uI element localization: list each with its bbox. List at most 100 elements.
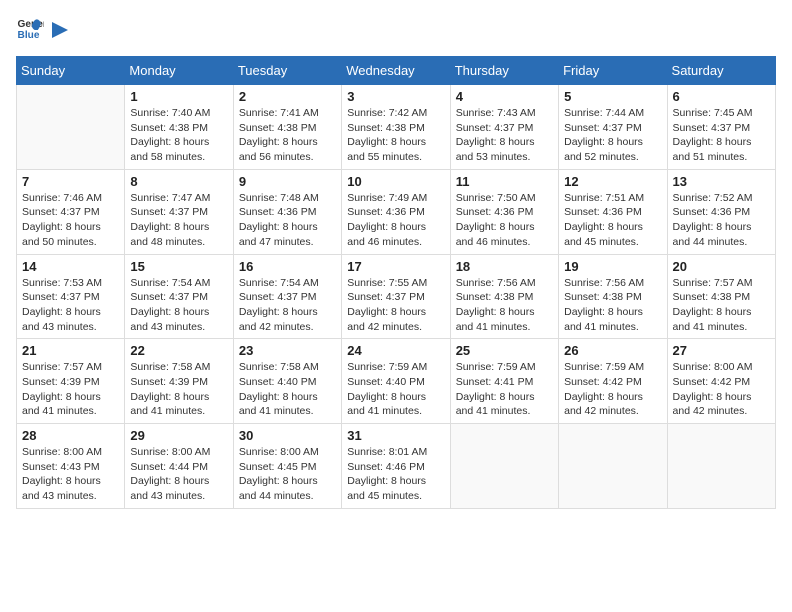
day-number: 10	[347, 174, 444, 189]
day-info: Sunrise: 7:56 AMSunset: 4:38 PMDaylight:…	[564, 276, 661, 335]
calendar-cell: 2 Sunrise: 7:41 AMSunset: 4:38 PMDaylight…	[233, 85, 341, 170]
calendar-cell	[450, 424, 558, 509]
day-info: Sunrise: 7:43 AMSunset: 4:37 PMDaylight:…	[456, 106, 553, 165]
calendar-cell: 15 Sunrise: 7:54 AMSunset: 4:37 PMDayligh…	[125, 254, 233, 339]
day-number: 1	[130, 89, 227, 104]
day-info: Sunrise: 8:01 AMSunset: 4:46 PMDaylight:…	[347, 445, 444, 504]
day-info: Sunrise: 7:49 AMSunset: 4:36 PMDaylight:…	[347, 191, 444, 250]
day-number: 28	[22, 428, 119, 443]
calendar-cell: 1 Sunrise: 7:40 AMSunset: 4:38 PMDaylight…	[125, 85, 233, 170]
day-info: Sunrise: 7:57 AMSunset: 4:39 PMDaylight:…	[22, 360, 119, 419]
day-number: 17	[347, 259, 444, 274]
day-info: Sunrise: 7:54 AMSunset: 4:37 PMDaylight:…	[130, 276, 227, 335]
calendar-cell: 9Sunrise: 7:48 AMSunset: 4:36 PMDaylight…	[233, 169, 341, 254]
day-number: 8	[130, 174, 227, 189]
calendar-cell: 12 Sunrise: 7:51 AMSunset: 4:36 PMDayligh…	[559, 169, 667, 254]
day-number: 21	[22, 343, 119, 358]
day-number: 9	[239, 174, 336, 189]
day-info: Sunrise: 8:00 AMSunset: 4:44 PMDaylight:…	[130, 445, 227, 504]
day-number: 4	[456, 89, 553, 104]
calendar-table: SundayMondayTuesdayWednesdayThursdayFrid…	[16, 56, 776, 509]
day-number: 11	[456, 174, 553, 189]
calendar-cell: 11 Sunrise: 7:50 AMSunset: 4:36 PMDayligh…	[450, 169, 558, 254]
day-info: Sunrise: 8:00 AMSunset: 4:43 PMDaylight:…	[22, 445, 119, 504]
day-info: Sunrise: 8:00 AMSunset: 4:42 PMDaylight:…	[673, 360, 770, 419]
calendar-cell: 20 Sunrise: 7:57 AMSunset: 4:38 PMDayligh…	[667, 254, 775, 339]
day-number: 2	[239, 89, 336, 104]
logo-icon: General Blue	[16, 16, 44, 44]
page-header: General Blue	[16, 16, 776, 44]
calendar-cell: 29 Sunrise: 8:00 AMSunset: 4:44 PMDayligh…	[125, 424, 233, 509]
calendar-cell: 25 Sunrise: 7:59 AMSunset: 4:41 PMDayligh…	[450, 339, 558, 424]
day-info: Sunrise: 7:57 AMSunset: 4:38 PMDaylight:…	[673, 276, 770, 335]
day-number: 15	[130, 259, 227, 274]
calendar-cell: 10 Sunrise: 7:49 AMSunset: 4:36 PMDayligh…	[342, 169, 450, 254]
calendar-cell: 23 Sunrise: 7:58 AMSunset: 4:40 PMDayligh…	[233, 339, 341, 424]
day-info: Sunrise: 7:53 AMSunset: 4:37 PMDaylight:…	[22, 276, 119, 335]
day-info: Sunrise: 7:40 AMSunset: 4:38 PMDaylight:…	[130, 106, 227, 165]
day-number: 25	[456, 343, 553, 358]
calendar-header: SundayMondayTuesdayWednesdayThursdayFrid…	[17, 57, 776, 85]
day-info: Sunrise: 7:56 AMSunset: 4:38 PMDaylight:…	[456, 276, 553, 335]
day-number: 14	[22, 259, 119, 274]
day-info: Sunrise: 7:50 AMSunset: 4:36 PMDaylight:…	[456, 191, 553, 250]
day-info: Sunrise: 7:51 AMSunset: 4:36 PMDaylight:…	[564, 191, 661, 250]
calendar-cell: 13 Sunrise: 7:52 AMSunset: 4:36 PMDayligh…	[667, 169, 775, 254]
day-number: 23	[239, 343, 336, 358]
day-info: Sunrise: 7:59 AMSunset: 4:41 PMDaylight:…	[456, 360, 553, 419]
day-number: 3	[347, 89, 444, 104]
day-info: Sunrise: 7:59 AMSunset: 4:40 PMDaylight:…	[347, 360, 444, 419]
weekday-header-saturday: Saturday	[667, 57, 775, 85]
calendar-cell: 21 Sunrise: 7:57 AMSunset: 4:39 PMDayligh…	[17, 339, 125, 424]
calendar-cell: 19 Sunrise: 7:56 AMSunset: 4:38 PMDayligh…	[559, 254, 667, 339]
day-number: 24	[347, 343, 444, 358]
day-info: Sunrise: 7:42 AMSunset: 4:38 PMDaylight:…	[347, 106, 444, 165]
day-number: 29	[130, 428, 227, 443]
calendar-cell: 4 Sunrise: 7:43 AMSunset: 4:37 PMDaylight…	[450, 85, 558, 170]
calendar-cell: 5 Sunrise: 7:44 AMSunset: 4:37 PMDaylight…	[559, 85, 667, 170]
calendar-cell: 7 Sunrise: 7:46 AMSunset: 4:37 PMDaylight…	[17, 169, 125, 254]
calendar-cell: 14 Sunrise: 7:53 AMSunset: 4:37 PMDayligh…	[17, 254, 125, 339]
weekday-header-sunday: Sunday	[17, 57, 125, 85]
day-number: 13	[673, 174, 770, 189]
calendar-cell: 3 Sunrise: 7:42 AMSunset: 4:38 PMDaylight…	[342, 85, 450, 170]
calendar-cell	[559, 424, 667, 509]
calendar-cell: 6Sunrise: 7:45 AMSunset: 4:37 PMDaylight…	[667, 85, 775, 170]
weekday-header-wednesday: Wednesday	[342, 57, 450, 85]
calendar-cell	[17, 85, 125, 170]
day-number: 19	[564, 259, 661, 274]
day-info: Sunrise: 7:54 AMSunset: 4:37 PMDaylight:…	[239, 276, 336, 335]
weekday-header-thursday: Thursday	[450, 57, 558, 85]
calendar-cell: 16Sunrise: 7:54 AMSunset: 4:37 PMDayligh…	[233, 254, 341, 339]
day-number: 12	[564, 174, 661, 189]
day-info: Sunrise: 7:44 AMSunset: 4:37 PMDaylight:…	[564, 106, 661, 165]
day-info: Sunrise: 7:52 AMSunset: 4:36 PMDaylight:…	[673, 191, 770, 250]
day-number: 5	[564, 89, 661, 104]
calendar-cell	[667, 424, 775, 509]
calendar-cell: 17 Sunrise: 7:55 AMSunset: 4:37 PMDayligh…	[342, 254, 450, 339]
day-number: 18	[456, 259, 553, 274]
calendar-cell: 30Sunrise: 8:00 AMSunset: 4:45 PMDayligh…	[233, 424, 341, 509]
day-info: Sunrise: 7:47 AMSunset: 4:37 PMDaylight:…	[130, 191, 227, 250]
day-number: 30	[239, 428, 336, 443]
day-info: Sunrise: 7:59 AMSunset: 4:42 PMDaylight:…	[564, 360, 661, 419]
weekday-header-tuesday: Tuesday	[233, 57, 341, 85]
day-number: 26	[564, 343, 661, 358]
day-info: Sunrise: 7:41 AMSunset: 4:38 PMDaylight:…	[239, 106, 336, 165]
calendar-cell: 24 Sunrise: 7:59 AMSunset: 4:40 PMDayligh…	[342, 339, 450, 424]
calendar-cell: 8 Sunrise: 7:47 AMSunset: 4:37 PMDaylight…	[125, 169, 233, 254]
calendar-cell: 18 Sunrise: 7:56 AMSunset: 4:38 PMDayligh…	[450, 254, 558, 339]
day-info: Sunrise: 7:58 AMSunset: 4:40 PMDaylight:…	[239, 360, 336, 419]
day-info: Sunrise: 7:45 AMSunset: 4:37 PMDaylight:…	[673, 106, 770, 165]
day-info: Sunrise: 7:46 AMSunset: 4:37 PMDaylight:…	[22, 191, 119, 250]
day-info: Sunrise: 7:55 AMSunset: 4:37 PMDaylight:…	[347, 276, 444, 335]
day-number: 20	[673, 259, 770, 274]
svg-text:Blue: Blue	[18, 30, 40, 41]
day-number: 7	[22, 174, 119, 189]
calendar-cell: 31Sunrise: 8:01 AMSunset: 4:46 PMDayligh…	[342, 424, 450, 509]
logo: General Blue	[16, 16, 72, 44]
weekday-header-monday: Monday	[125, 57, 233, 85]
day-info: Sunrise: 7:58 AMSunset: 4:39 PMDaylight:…	[130, 360, 227, 419]
weekday-header-friday: Friday	[559, 57, 667, 85]
calendar-cell: 28 Sunrise: 8:00 AMSunset: 4:43 PMDayligh…	[17, 424, 125, 509]
